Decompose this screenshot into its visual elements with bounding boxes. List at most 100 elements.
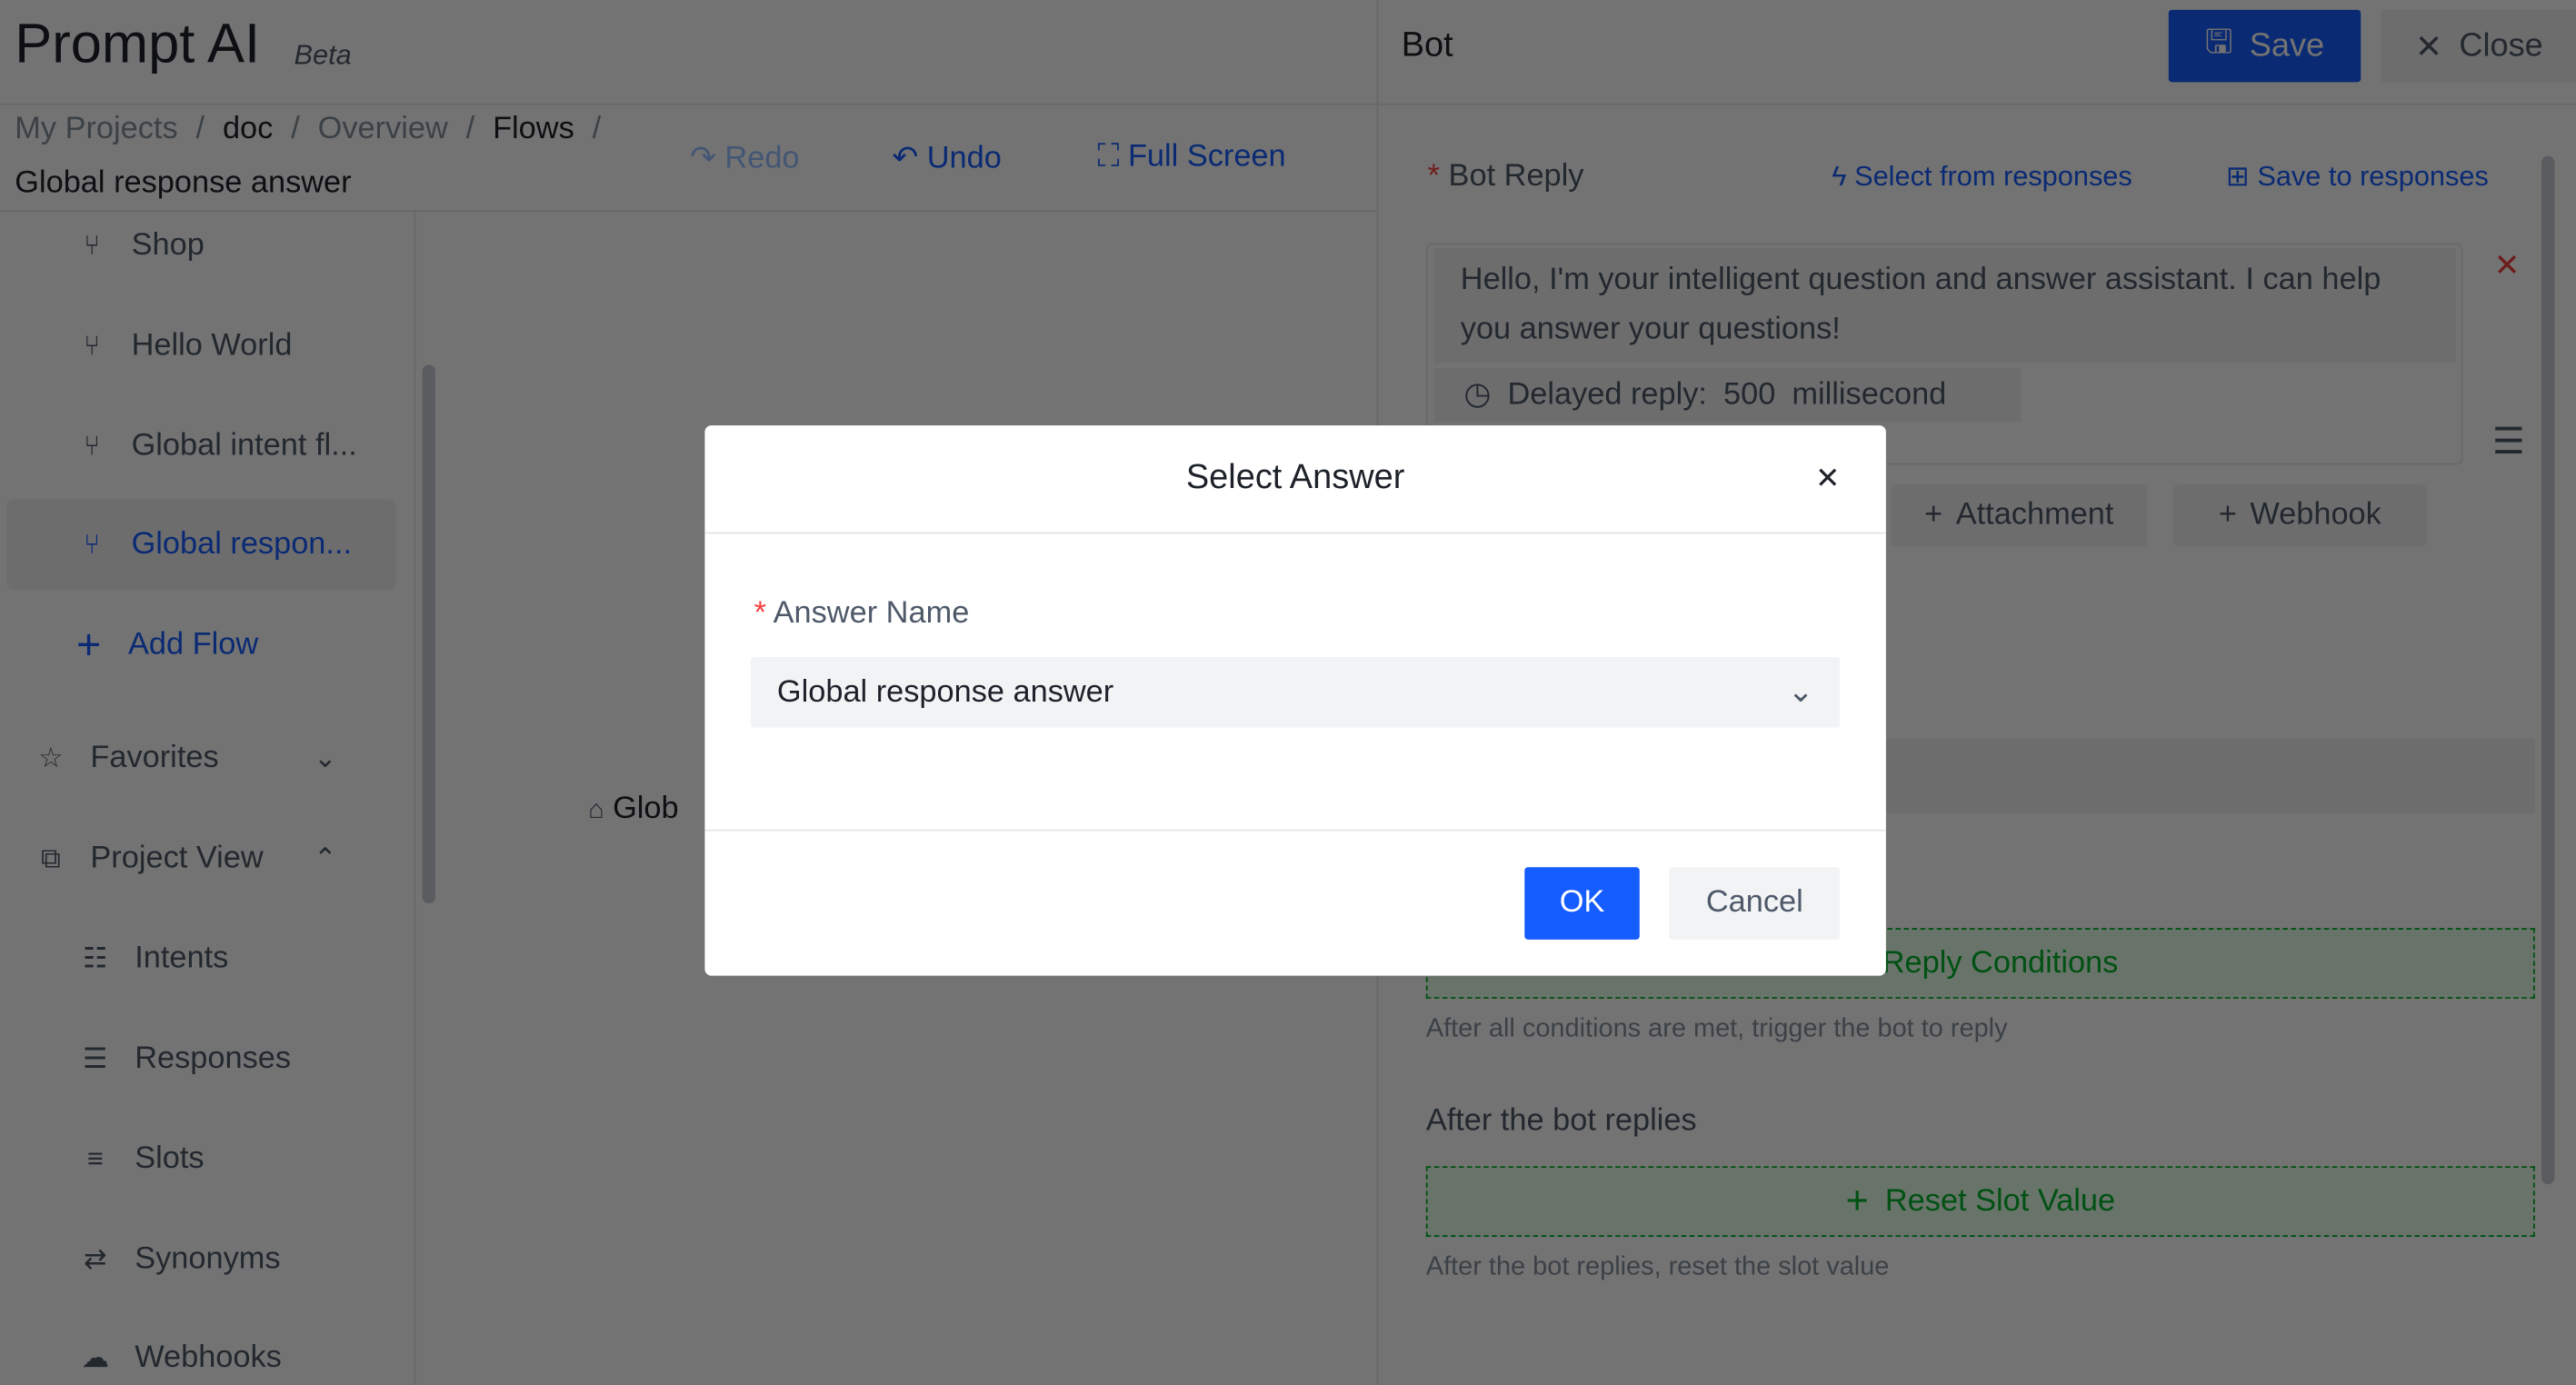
close-label: Close <box>2459 26 2543 64</box>
add-attachment-button[interactable]: + Attachment <box>1891 484 2148 547</box>
item-label: Slots <box>135 1141 205 1176</box>
delay-unit: millisecond <box>1792 376 1947 412</box>
modal-title: Select Answer <box>1185 458 1405 496</box>
reply-conditions-hint: After all conditions are met, trigger th… <box>1425 1014 2008 1043</box>
link-label: Save to responses <box>2257 161 2489 193</box>
sidebar-item-webhooks[interactable]: ☁ Webhooks <box>0 1312 396 1385</box>
full-screen-label: Full Screen <box>1127 139 1286 174</box>
flow-branch-icon: ⑂ <box>83 229 101 261</box>
project-view-label: Project View <box>90 840 264 875</box>
undo-icon: ↶ <box>892 141 919 176</box>
folder-add-icon: ⊞ <box>2226 161 2250 193</box>
plus-icon: + <box>75 619 102 669</box>
app-header: Prompt AI Beta <box>0 0 1377 105</box>
breadcrumb-flows[interactable]: Flows <box>493 112 574 146</box>
item-label: Intents <box>135 940 229 975</box>
sidebar-item-responses[interactable]: ☰ Responses <box>0 1013 396 1103</box>
panel-title: Bot <box>1401 25 1453 65</box>
undo-label: Undo <box>926 141 1002 176</box>
flow-branch-icon: ⑂ <box>83 528 101 560</box>
plus-icon: + <box>1845 1178 1869 1223</box>
field-label: Answer Name <box>773 596 970 632</box>
chevron-down-icon: ⌄ <box>1787 674 1814 710</box>
undo-button[interactable]: ↶ Undo <box>892 140 1001 178</box>
favorites-label: Favorites <box>90 740 219 775</box>
delay-value[interactable]: 500 <box>1723 377 1775 414</box>
swap-icon: ⇄ <box>83 1242 107 1274</box>
save-to-responses-link[interactable]: ⊞ Save to responses <box>2226 161 2489 194</box>
sidebar: ⑂ Shop ⑂ Hello World ⑂ Global intent fl... … <box>0 212 416 1385</box>
plus-icon: + <box>2218 497 2237 533</box>
item-label: Synonyms <box>135 1241 281 1276</box>
flow-label: Shop <box>131 227 205 263</box>
bot-reply-text: Bot Reply <box>1448 159 1584 194</box>
plus-icon: + <box>1924 497 1943 533</box>
breadcrumb-my-projects[interactable]: My Projects <box>15 112 177 146</box>
answer-name-select[interactable]: Global response answer ⌄ <box>750 656 1841 728</box>
flow-branch-icon: ⑂ <box>83 429 101 461</box>
select-from-responses-link[interactable]: ϟ Select from responses <box>1832 161 2132 194</box>
sidebar-flow-shop[interactable]: ⑂ Shop <box>0 212 396 291</box>
flow-branch-icon: ⑂ <box>83 329 101 361</box>
cancel-button[interactable]: Cancel <box>1669 867 1841 940</box>
close-icon: ✕ <box>2414 28 2443 65</box>
ordered-list-icon: ≡ <box>86 1142 104 1174</box>
sidebar-flow-global-response[interactable]: ⑂ Global respon... <box>6 499 396 590</box>
full-screen-button[interactable]: ⛶ Full Screen <box>1097 140 1285 176</box>
redo-label: Redo <box>724 141 800 176</box>
clock-icon: ◷ <box>1463 377 1492 413</box>
checklist-icon: ☰ <box>83 1041 108 1074</box>
delete-reply-icon[interactable]: ✕ <box>2494 248 2521 286</box>
add-webhook-button[interactable]: + Webhook <box>2173 484 2427 547</box>
chevron-up-icon: ⌃ <box>313 842 337 873</box>
sidebar-scrollbar[interactable] <box>422 364 435 904</box>
divider <box>704 532 1886 534</box>
intents-icon: ☷ <box>83 942 108 973</box>
reset-slot-value-button[interactable]: + Reset Slot Value <box>1425 1166 2535 1237</box>
breadcrumb-doc[interactable]: doc <box>223 112 273 146</box>
app-title: Prompt AI <box>15 13 261 76</box>
selected-value: Global response answer <box>776 673 1114 709</box>
add-flow-label: Add Flow <box>127 626 259 662</box>
attachment-label: Attachment <box>1955 497 2114 533</box>
reply-textarea[interactable]: Hello, I'm your intelligent question and… <box>1433 247 2457 364</box>
flow-label: Hello World <box>131 327 293 363</box>
after-replies-title: After the bot replies <box>1425 1103 1697 1139</box>
bot-reply-label: * Bot Reply <box>1427 159 1584 194</box>
close-button[interactable]: ✕ Close <box>2380 9 2576 83</box>
app: Prompt AI Beta My Projects / doc / Overview /… <box>0 0 2576 1385</box>
sidebar-item-slots[interactable]: ≡ Slots <box>0 1113 396 1203</box>
flow-title: Global response answer <box>15 165 352 201</box>
divider <box>704 829 1886 832</box>
chevron-down-icon: ⌄ <box>313 742 337 773</box>
flow-label: Global intent fl... <box>131 427 357 463</box>
ok-button[interactable]: OK <box>1524 867 1640 940</box>
sidebar-item-intents[interactable]: ☷ Intents <box>0 913 396 1003</box>
redo-button[interactable]: ↷ Redo <box>690 140 799 178</box>
add-flow-button[interactable]: + Add Flow <box>0 600 396 690</box>
home-icon: ⌂ <box>588 796 604 825</box>
puzzle-icon: ⧉ <box>41 842 61 873</box>
sidebar-flow-hello-world[interactable]: ⑂ Hello World <box>0 301 396 391</box>
sidebar-flow-global-intent[interactable]: ⑂ Global intent fl... <box>0 401 396 491</box>
project-view-section[interactable]: ⧉ Project View ⌃ <box>0 813 378 903</box>
sidebar-item-synonyms[interactable]: ⇄ Synonyms <box>0 1214 396 1304</box>
select-answer-modal: Select Answer ✕ * Answer Name Global res… <box>704 425 1886 976</box>
favorites-section[interactable]: ☆ Favorites ⌄ <box>0 712 378 802</box>
flow-label: Global respon... <box>131 526 353 562</box>
save-icon: 🖫 <box>2204 25 2233 61</box>
breadcrumb-overview[interactable]: Overview <box>318 112 448 146</box>
lightning-icon: ϟ <box>1832 161 1847 193</box>
answer-name-label: * Answer Name <box>754 596 970 632</box>
panel-scrollbar[interactable] <box>2541 155 2555 1185</box>
drag-handle-icon[interactable]: ☰ <box>2492 421 2525 463</box>
delay-reply[interactable]: ◷ Delayed reply: 500 millisecond <box>1433 367 2022 423</box>
save-label: Save <box>2249 26 2325 64</box>
redo-icon: ↷ <box>690 141 716 176</box>
modal-close-icon[interactable]: ✕ <box>1815 462 1840 496</box>
link-label: Select from responses <box>1854 161 2132 193</box>
item-label: Responses <box>135 1040 292 1075</box>
canvas-node[interactable]: ⌂ Glob <box>588 792 679 828</box>
save-button[interactable]: 🖫 Save <box>2168 9 2361 83</box>
reset-slot-hint: After the bot replies, reset the slot va… <box>1425 1253 1890 1281</box>
